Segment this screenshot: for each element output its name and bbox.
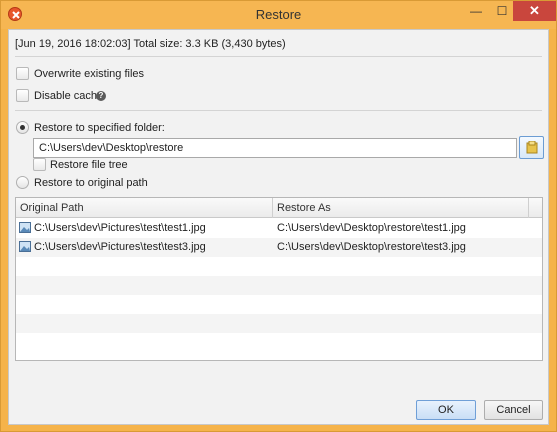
browse-folder-button[interactable] [519,136,544,159]
image-file-icon [19,222,31,233]
restore-to-folder-radio[interactable] [16,121,29,134]
help-icon[interactable]: ? [96,91,106,101]
overwrite-checkbox[interactable] [16,67,29,80]
dialog-content: [Jun 19, 2016 18:02:03] Total size: 3.3 … [8,29,549,425]
divider [15,56,542,57]
close-button[interactable]: ✕ [513,1,556,21]
restore-as-cell: C:\Users\dev\Desktop\restore\test1.jpg [277,222,466,234]
backup-size: Total size: 3.3 KB (3,430 bytes) [133,38,286,50]
empty-row [16,276,542,295]
empty-row [16,295,542,314]
maximize-button[interactable]: ☐ [489,1,515,21]
column-divider[interactable] [528,198,529,218]
overwrite-label[interactable]: Overwrite existing files [34,68,144,80]
original-path-cell: C:\Users\dev\Pictures\test\test3.jpg [34,241,206,253]
column-restore-as[interactable]: Restore As [277,202,331,214]
restore-file-tree-label[interactable]: Restore file tree [50,159,128,171]
empty-row [16,257,542,276]
backup-info: [Jun 19, 2016 18:02:03] Total size: 3.3 … [15,38,286,50]
table-header: Original Path Restore As [16,198,542,218]
empty-row [16,333,542,352]
image-file-icon [19,241,31,252]
cancel-button[interactable]: Cancel [484,400,543,420]
disable-cache-checkbox[interactable] [16,89,29,102]
restore-file-tree-checkbox[interactable] [33,158,46,171]
restore-to-original-label[interactable]: Restore to original path [34,177,148,189]
ok-button[interactable]: OK [416,400,476,420]
restore-folder-input[interactable] [33,138,517,158]
backup-date: [Jun 19, 2016 18:02:03] [15,38,131,50]
disable-cache-label[interactable]: Disable cache [34,90,103,102]
folder-icon [526,141,538,154]
table-row[interactable]: C:\Users\dev\Pictures\test\test3.jpg C:\… [16,238,542,257]
title-bar[interactable]: Restore — ☐ ✕ [1,1,556,29]
table-row[interactable]: C:\Users\dev\Pictures\test\test1.jpg C:\… [16,219,542,238]
restore-dialog: Restore — ☐ ✕ [Jun 19, 2016 18:02:03] To… [0,0,557,432]
files-table: Original Path Restore As C:\Users\dev\Pi… [15,197,543,361]
column-divider[interactable] [272,198,273,218]
restore-to-folder-label[interactable]: Restore to specified folder: [34,122,165,134]
restore-to-original-radio[interactable] [16,176,29,189]
original-path-cell: C:\Users\dev\Pictures\test\test1.jpg [34,222,206,234]
minimize-button[interactable]: — [463,1,489,21]
restore-as-cell: C:\Users\dev\Desktop\restore\test3.jpg [277,241,466,253]
empty-row [16,314,542,333]
divider [15,110,542,111]
column-original-path[interactable]: Original Path [20,202,84,214]
